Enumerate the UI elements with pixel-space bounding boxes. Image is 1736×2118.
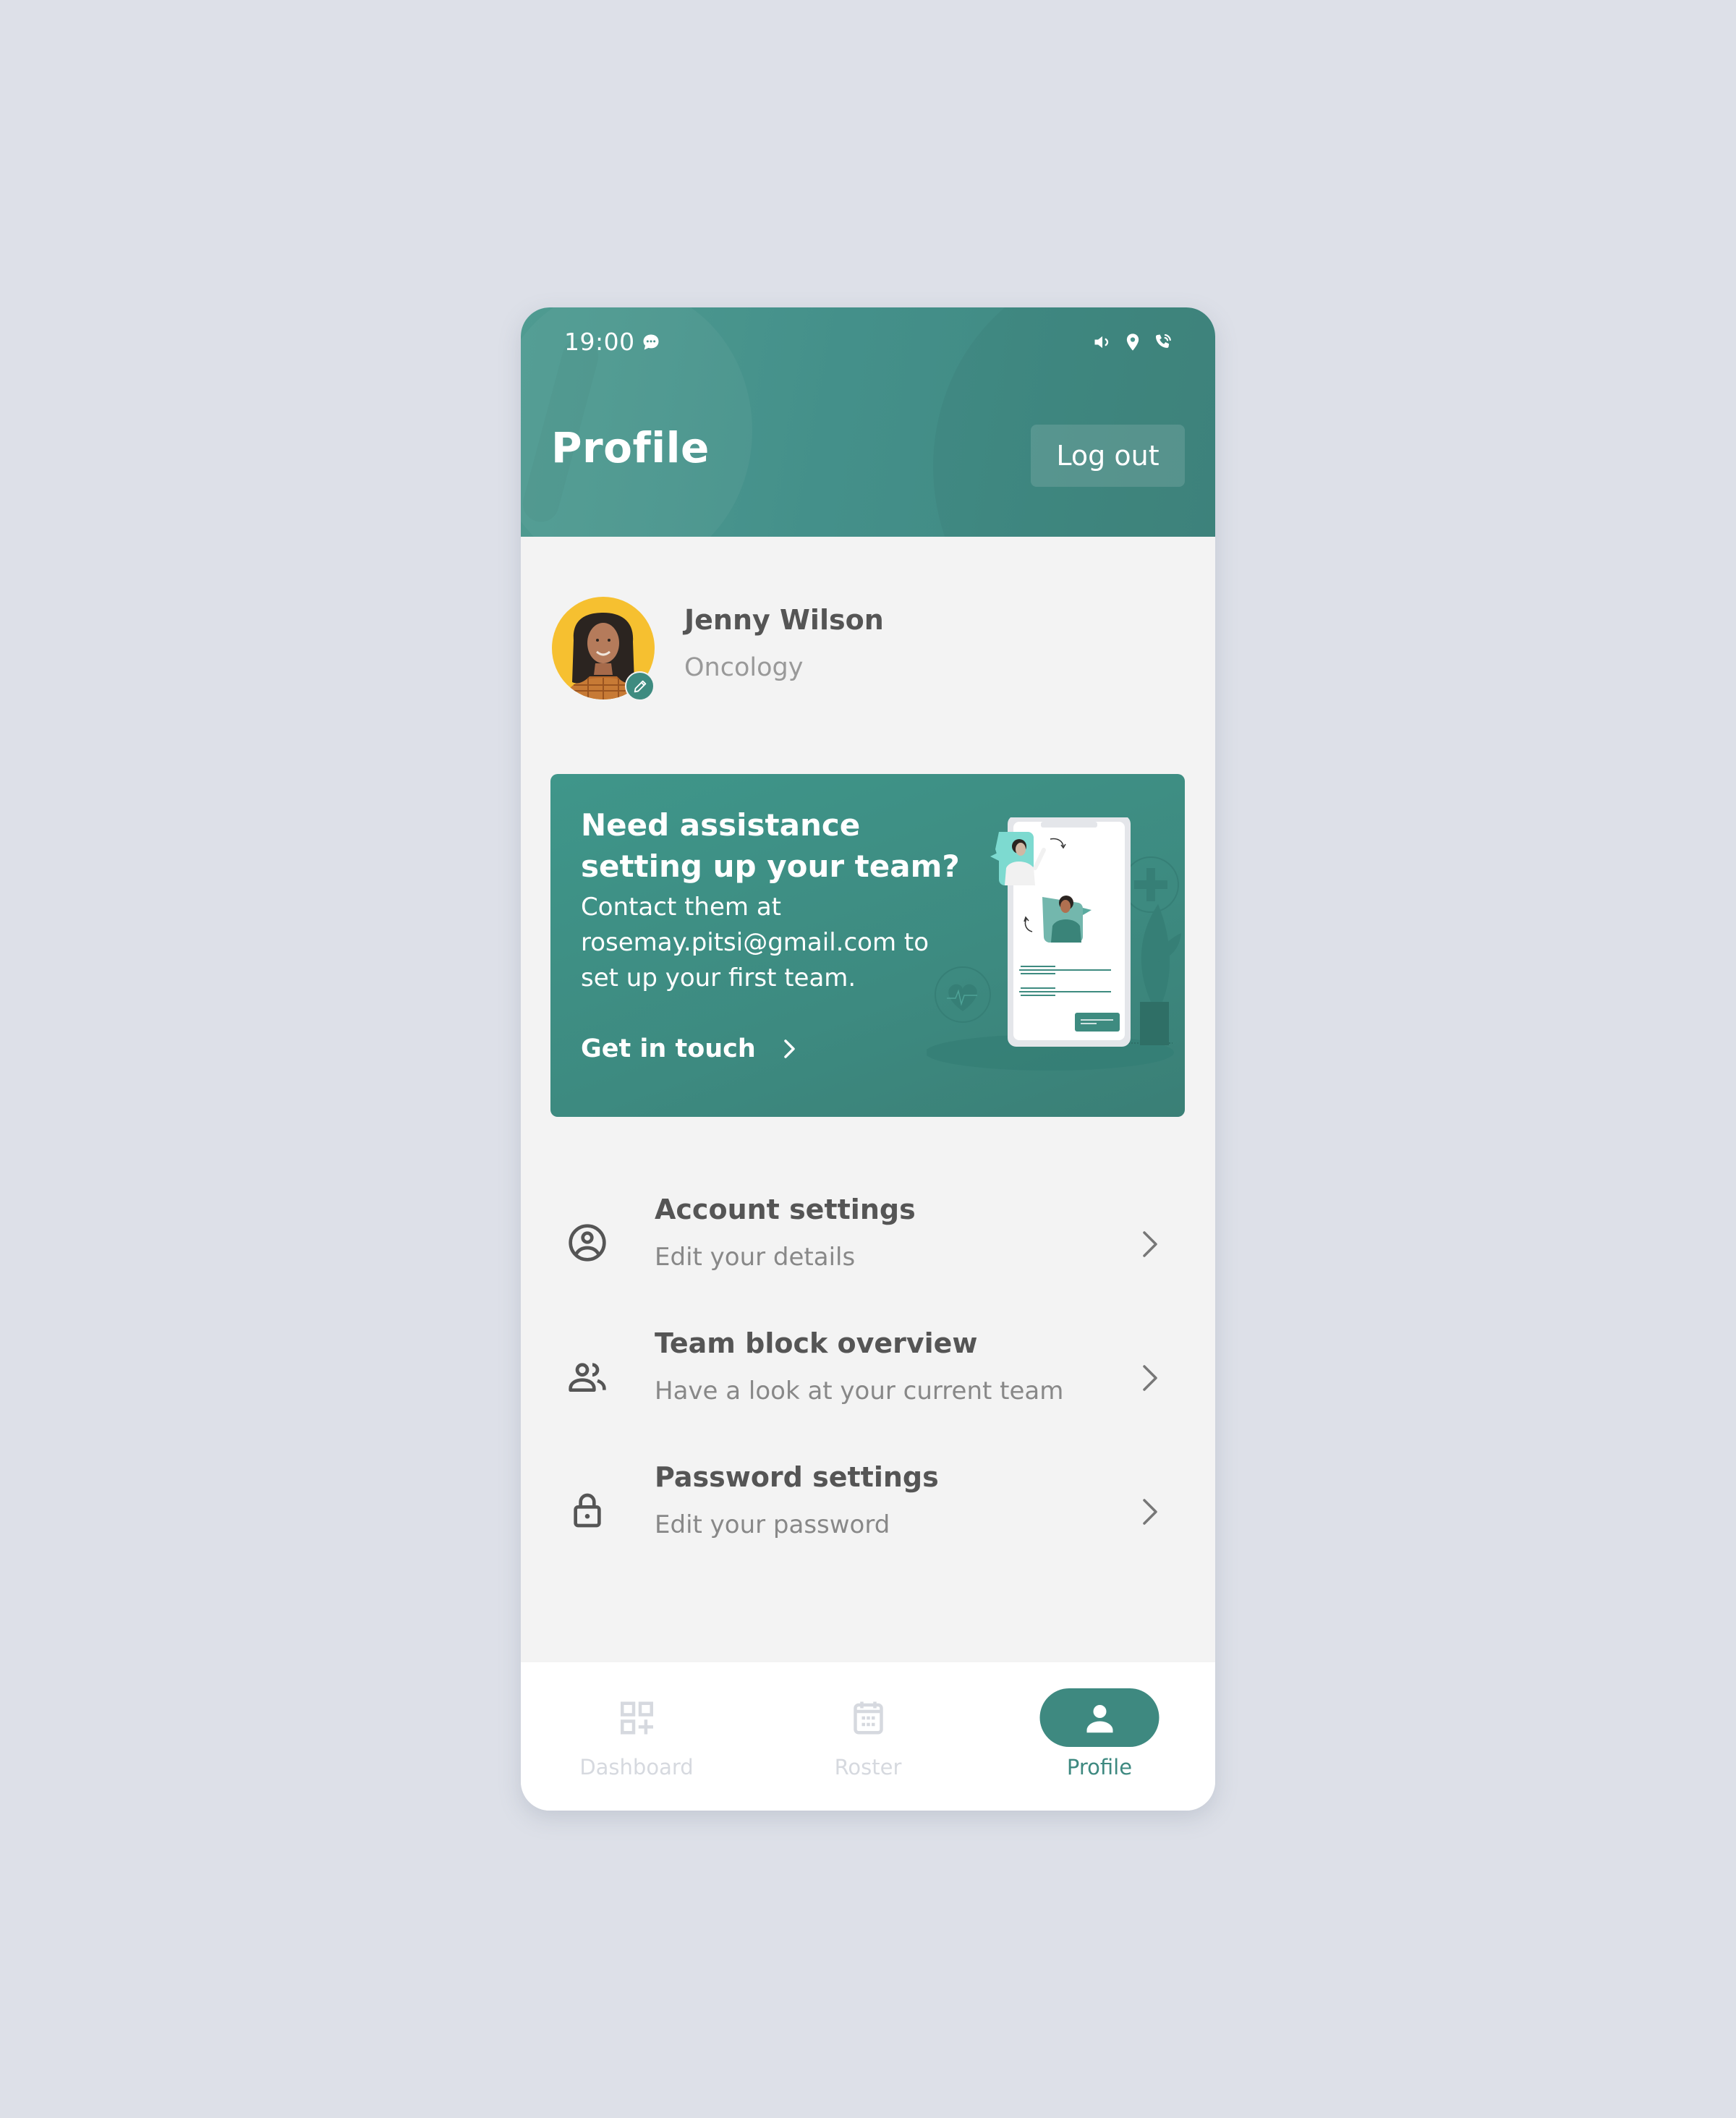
chevron-right-icon [784, 1039, 795, 1058]
phone-call-icon [1155, 334, 1171, 348]
dashboard-icon [620, 1701, 653, 1734]
edit-avatar-button[interactable] [625, 671, 655, 701]
header: 19:00 Profile Log out [521, 307, 1215, 537]
chevron-right-icon [1143, 1231, 1157, 1257]
phone-screen: 19:00 Profile Log out Jenny Wilson Oncol… [521, 307, 1215, 1811]
settings-item-title: Password settings [655, 1461, 939, 1493]
user-icon [1086, 1704, 1112, 1732]
nav-label: Roster [834, 1755, 902, 1779]
volume-icon [1094, 336, 1109, 349]
team-illustration [927, 817, 1181, 1071]
get-in-touch-label: Get in touch [581, 1034, 756, 1063]
bottom-nav: Dashboard Roster Profile [521, 1662, 1215, 1811]
assistance-card: Need assistance setting up your team? Co… [550, 774, 1185, 1117]
page-title: Profile [551, 423, 710, 472]
users-icon [569, 1363, 606, 1392]
settings-item-team[interactable]: Team block overview Have a look at your … [521, 1320, 1215, 1436]
calendar-icon [853, 1701, 883, 1734]
settings-item-title: Team block overview [655, 1327, 978, 1359]
status-bar-right [1092, 332, 1173, 352]
settings-item-subtitle: Have a look at your current team [655, 1377, 1064, 1405]
nav-tab-dashboard[interactable]: Dashboard [521, 1662, 752, 1811]
nav-tab-profile[interactable]: Profile [984, 1662, 1215, 1811]
user-circle-icon [569, 1224, 606, 1262]
settings-item-subtitle: Edit your password [655, 1510, 890, 1539]
pencil-icon [634, 680, 646, 692]
nav-label: Profile [1066, 1755, 1133, 1779]
user-department: Oncology [684, 653, 804, 682]
user-name: Jenny Wilson [684, 604, 884, 636]
settings-item-account[interactable]: Account settings Edit your details [521, 1186, 1215, 1302]
nav-icon-container [809, 1688, 928, 1747]
chevron-right-icon [1143, 1499, 1157, 1525]
chevron-right-icon [1143, 1365, 1157, 1391]
settings-item-subtitle: Edit your details [655, 1243, 856, 1272]
message-icon [643, 334, 659, 349]
document-button [1075, 1013, 1120, 1032]
get-in-touch-link[interactable]: Get in touch [581, 1034, 798, 1063]
settings-item-title: Account settings [655, 1194, 916, 1225]
card-title: Need assistance setting up your team? [581, 807, 960, 884]
nav-tab-roster[interactable]: Roster [752, 1662, 984, 1811]
nav-icon-container [1039, 1688, 1160, 1747]
card-body: Contact them at rosemay.pitsi@gmail.com … [581, 893, 929, 992]
status-bar-left: 19:00 [564, 328, 661, 356]
location-icon [1126, 333, 1139, 351]
logout-button[interactable]: Log out [1031, 425, 1185, 487]
nav-label: Dashboard [579, 1755, 694, 1779]
settings-item-password[interactable]: Password settings Edit your password [521, 1454, 1215, 1570]
nav-icon-container [577, 1688, 697, 1747]
status-time: 19:00 [564, 328, 635, 356]
lock-icon [574, 1493, 601, 1528]
